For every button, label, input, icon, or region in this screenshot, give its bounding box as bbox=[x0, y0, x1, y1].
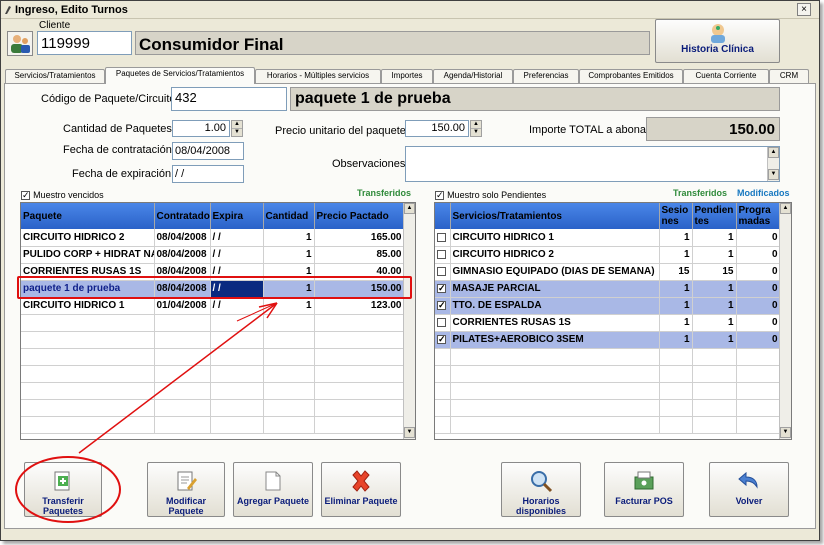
window: Ingreso, Edito Turnos × Cliente 119999 C… bbox=[0, 0, 820, 541]
tab-paquetes[interactable]: Paquetes de Servicios/Tratamientos bbox=[105, 67, 255, 84]
tab-label: Paquetes de Servicios/Tratamientos bbox=[115, 69, 245, 78]
